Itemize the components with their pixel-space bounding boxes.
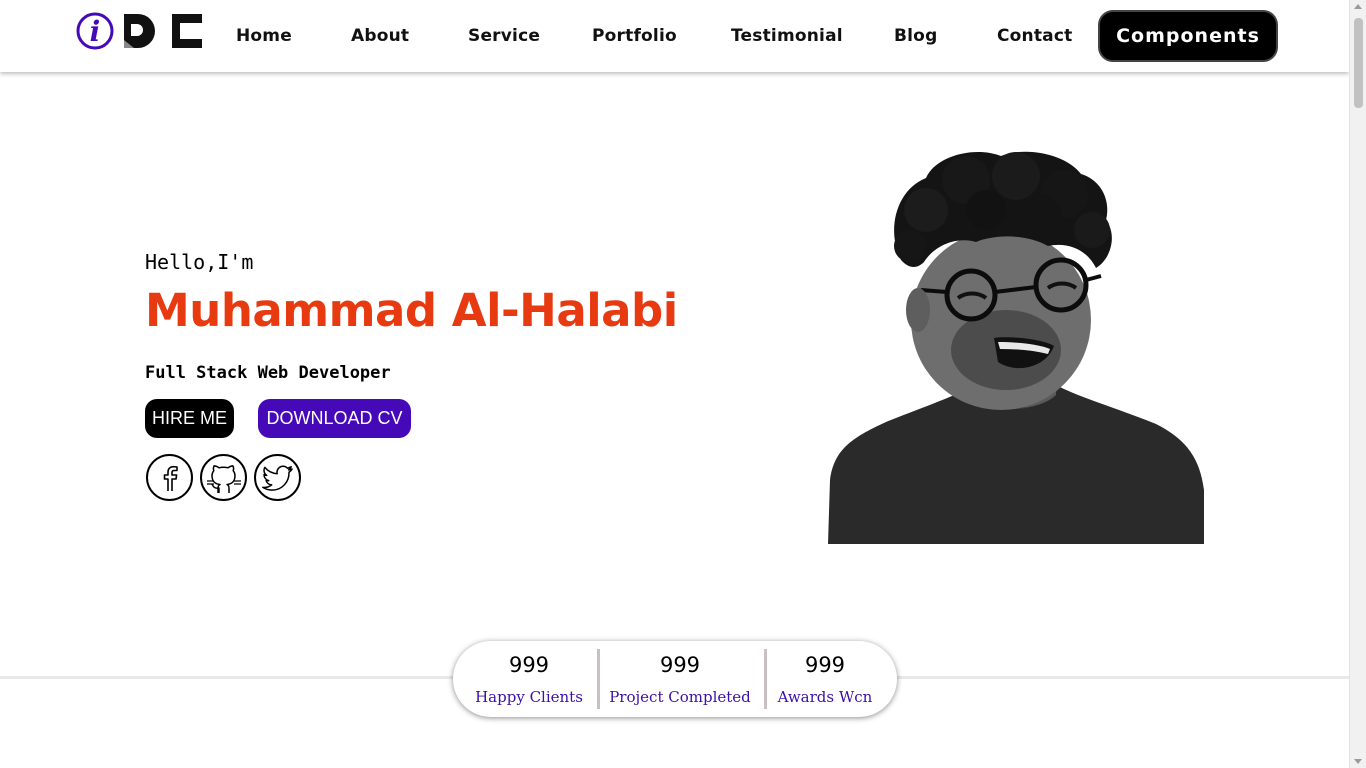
profile-portrait xyxy=(826,150,1206,544)
scroll-up-arrow-icon[interactable] xyxy=(1354,4,1362,9)
svg-text:i: i xyxy=(90,15,101,48)
stat-value: 999 xyxy=(659,653,701,677)
stat-awards-won: 999 Awards Wcn xyxy=(767,641,883,717)
nav-link-portfolio[interactable]: Portfolio xyxy=(592,26,677,46)
nav-link-testimonial[interactable]: Testimonial xyxy=(731,26,843,46)
hero-name: Muhammad Al-Halabi xyxy=(145,284,678,337)
nav-link-home[interactable]: Home xyxy=(236,26,292,46)
twitter-icon xyxy=(261,465,293,491)
nav-link-about[interactable]: About xyxy=(351,26,409,46)
stat-value: 999 xyxy=(508,653,550,677)
github-icon xyxy=(206,464,241,493)
components-button[interactable]: Components xyxy=(1098,10,1278,62)
stats-card: 999 Happy Clients 999 Project Completed … xyxy=(453,641,897,717)
github-link[interactable] xyxy=(200,454,247,501)
scroll-thumb[interactable] xyxy=(1354,18,1363,108)
nav-link-service[interactable]: Service xyxy=(468,26,540,46)
scroll-down-arrow-icon[interactable] xyxy=(1354,759,1362,764)
site-logo[interactable]: i xyxy=(75,10,205,52)
stat-separator xyxy=(597,649,600,709)
navbar: i Home About Service Portfolio Testimoni… xyxy=(0,0,1349,72)
stat-label: Happy Clients xyxy=(475,688,583,706)
stat-projects-completed: 999 Project Completed xyxy=(605,641,755,717)
stat-label: Awards Wcn xyxy=(777,688,873,706)
stat-happy-clients: 999 Happy Clients xyxy=(453,641,605,717)
stat-label: Project Completed xyxy=(609,688,751,706)
facebook-icon xyxy=(163,465,178,491)
hero-greeting: Hello,I'm xyxy=(145,250,254,274)
page-scrollbar[interactable] xyxy=(1349,0,1366,768)
hero-role: Full Stack Web Developer xyxy=(145,363,391,383)
stat-value: 999 xyxy=(804,653,846,677)
nav-link-blog[interactable]: Blog xyxy=(894,26,937,46)
download-cv-button[interactable]: DOWNLOAD CV xyxy=(258,399,411,438)
facebook-link[interactable] xyxy=(146,454,193,501)
nav-link-contact[interactable]: Contact xyxy=(997,26,1072,46)
hire-me-button[interactable]: HIRE ME xyxy=(145,399,234,438)
twitter-link[interactable] xyxy=(254,454,301,501)
